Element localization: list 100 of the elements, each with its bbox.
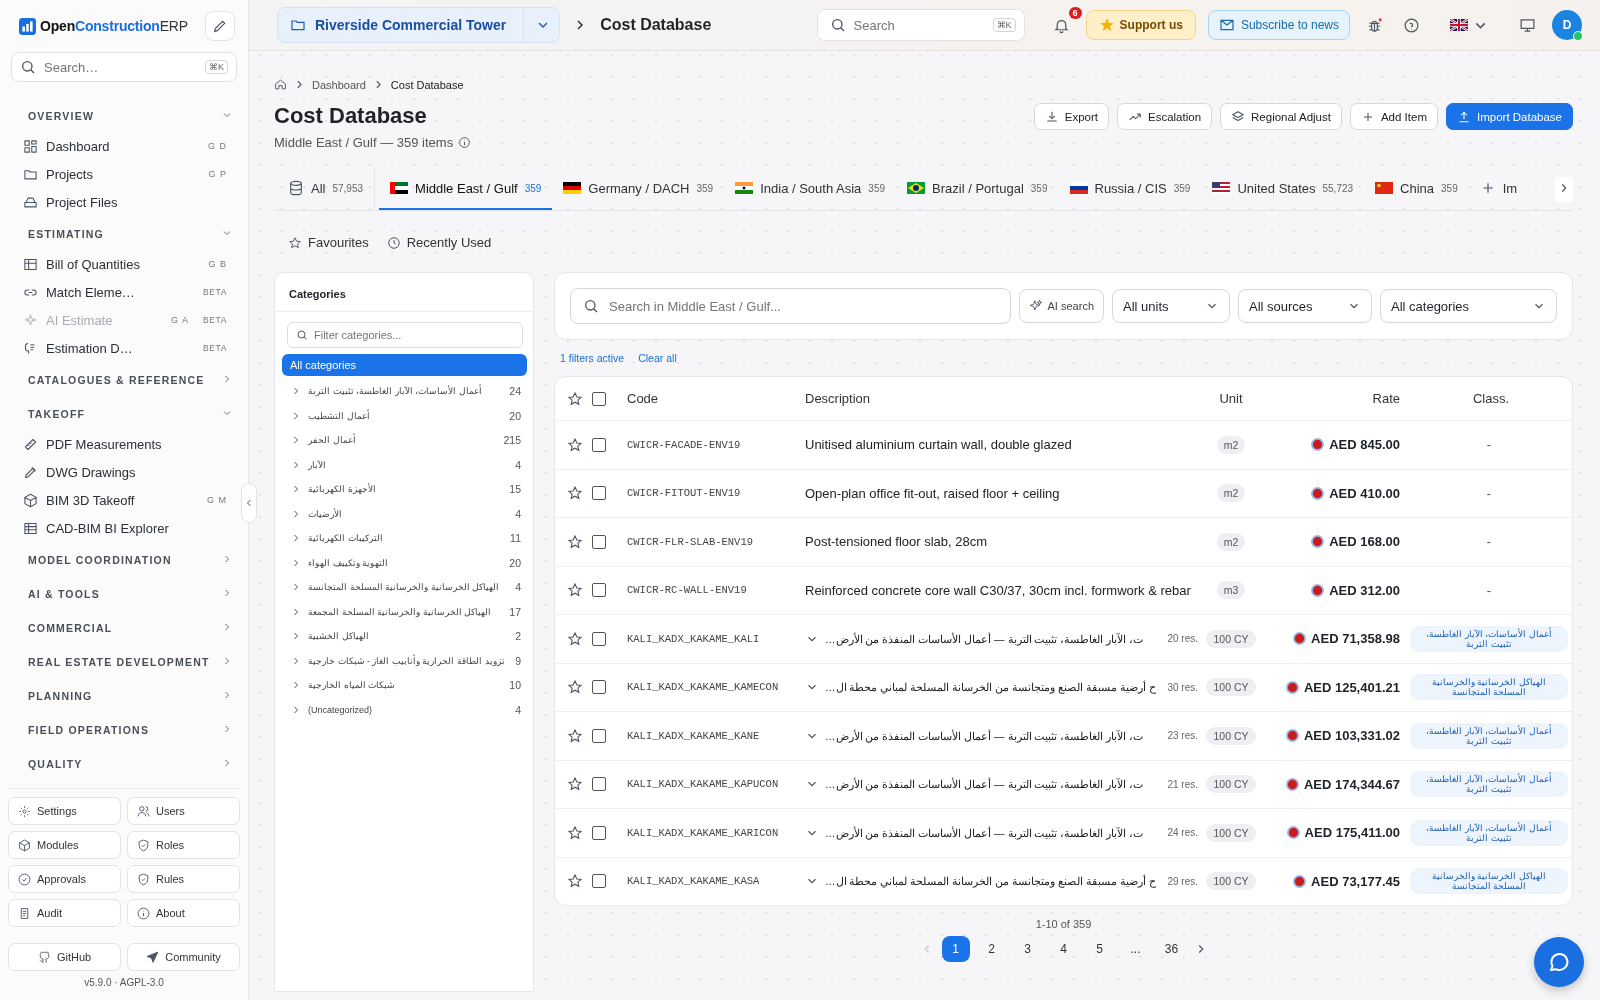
region-tab[interactable]: China 359 xyxy=(1364,168,1469,210)
filter-input[interactable]: Filter categories... xyxy=(314,329,514,341)
nav-item[interactable]: DWG Drawings xyxy=(11,458,237,486)
search-input[interactable]: Search in Middle East / Gulf... xyxy=(609,298,998,314)
page-button[interactable]: 4 xyxy=(1049,936,1078,962)
section-header[interactable]: ESTIMATING xyxy=(11,216,217,250)
page-button[interactable]: 1 xyxy=(941,936,970,962)
unit-tag: m2 xyxy=(1216,532,1246,551)
column-header[interactable]: Description xyxy=(805,391,1198,406)
shortcut-hint: G D xyxy=(208,141,227,151)
section-header[interactable]: QUALITY xyxy=(11,746,217,780)
description-cell: Post-tensioned floor slab, 28cm xyxy=(805,534,988,550)
nav-item[interactable]: CAD-BIM BI Explorer xyxy=(11,514,237,542)
section-header[interactable]: TAKEOFF xyxy=(11,396,217,430)
search-input[interactable]: Search… xyxy=(44,59,197,75)
shortcut-key: ⌘K xyxy=(992,18,1016,32)
filter-tab[interactable]: Favourites xyxy=(288,231,369,254)
nav-item[interactable]: Project Files xyxy=(11,188,237,216)
clear-all-link[interactable]: Clear all xyxy=(638,352,677,364)
section-header[interactable]: MODEL COORDINATION xyxy=(11,542,217,576)
category-item[interactable]: (Uncategorized) 4 xyxy=(282,697,527,722)
region-tab[interactable]: Germany / DACH 359 xyxy=(552,168,725,210)
nav-item[interactable]: Bill of Quantities G B xyxy=(11,250,237,278)
category-item[interactable]: All categories xyxy=(282,354,527,376)
action-button[interactable]: Import Database xyxy=(1446,103,1573,130)
admin-button[interactable]: Settings xyxy=(8,797,121,825)
code-cell-text: KALI_KADX_KAKAME_KALI xyxy=(627,632,761,645)
catalog-search[interactable]: Search in Middle East / Gulf... xyxy=(570,288,1011,324)
region-tab[interactable]: United States 55,723 xyxy=(1201,168,1365,210)
action-button[interactable]: Regional Adjust xyxy=(1220,103,1342,130)
column-header[interactable]: Code xyxy=(627,391,805,406)
action-button[interactable]: Escalation xyxy=(1116,103,1213,130)
global-search[interactable]: Search ⌘K xyxy=(816,9,1025,41)
active-filters-count: 1 filters active xyxy=(560,352,625,364)
section-header[interactable]: PLANNING xyxy=(11,678,217,712)
resource-count: 20 res. xyxy=(1167,633,1198,645)
class-tag: الهياكل الخرسانية والخرسانية المسلحة المتجانسة xyxy=(1410,674,1568,701)
admin-button[interactable]: Rules xyxy=(127,865,240,893)
nav-item[interactable]: BIM 3D Takeoff G M xyxy=(11,486,237,514)
admin-button[interactable]: Approvals xyxy=(8,865,121,893)
admin-button[interactable]: Roles xyxy=(127,831,240,859)
page-button[interactable]: ... xyxy=(1121,936,1150,962)
admin-button[interactable]: Modules xyxy=(8,831,121,859)
section-header[interactable]: AI & TOOLS xyxy=(11,576,217,610)
nav-item[interactable]: Estimation D… BETA xyxy=(11,334,237,362)
nav-item[interactable]: Dashboard G D xyxy=(11,132,237,160)
filter-dropdown[interactable]: All categories xyxy=(1380,289,1557,323)
search-input[interactable]: Search xyxy=(853,17,985,33)
description-cell: Open-plan office fit-out, raised floor + ceiling xyxy=(805,485,1060,501)
action-button[interactable]: Add Item xyxy=(1349,103,1438,130)
version-text: v5.9.0 · AGPL-3.0 xyxy=(83,977,165,988)
unit-tag: 100 CY xyxy=(1206,823,1256,842)
region-tab[interactable]: Brazil / Portugal 359 xyxy=(896,168,1059,210)
link-button[interactable]: GitHub xyxy=(8,943,121,971)
unit-tag: m2 xyxy=(1216,484,1246,503)
sidebar-search[interactable]: Search… ⌘K xyxy=(11,52,237,82)
ai-search-button[interactable]: AI search xyxy=(1018,289,1104,323)
filter-dropdown[interactable]: All units xyxy=(1112,289,1230,323)
nav-item[interactable]: Projects G P xyxy=(11,160,237,188)
subscribe-button[interactable]: Subscribe to news xyxy=(1207,10,1350,40)
description-cell: Reinforced concrete core wall C30/37, 30cm incl. formwork & rebar xyxy=(805,582,1191,598)
description-cell-text: …ت، الآبار الغاطسة، تثبيت التربة — أعمال الأساسات المنفذة من الأرض xyxy=(825,826,1145,839)
page-button[interactable]: 2 xyxy=(977,936,1006,962)
section-header[interactable]: OVERVIEW xyxy=(11,98,217,132)
category-filter[interactable]: Filter categories... xyxy=(287,322,523,348)
action-button[interactable]: Export xyxy=(1033,103,1109,130)
project-selector[interactable]: Riverside Commercial Tower xyxy=(277,7,561,43)
panel-title: Categories xyxy=(275,273,533,312)
section-header[interactable]: COMMERCIAL xyxy=(11,610,217,644)
column-header[interactable]: Rate xyxy=(1264,391,1410,406)
class-tag: أعمال الأساسات، الآبار الغاطسة، تثبيت التربة xyxy=(1410,625,1568,652)
support-button[interactable]: Support us xyxy=(1085,10,1196,40)
page-button[interactable]: 3 xyxy=(1013,936,1042,962)
page-button[interactable]: 36 xyxy=(1157,936,1186,962)
region-tab[interactable]: Im xyxy=(1468,168,1529,210)
resource-count: 30 res. xyxy=(1167,681,1198,693)
filter-tab[interactable]: Recently Used xyxy=(386,231,492,254)
admin-button[interactable]: Users xyxy=(127,797,240,825)
admin-button[interactable]: About xyxy=(127,899,240,927)
nav-item[interactable]: PDF Measurements xyxy=(11,430,237,458)
page-button[interactable]: 5 xyxy=(1085,936,1114,962)
section-header[interactable]: REAL ESTATE DEVELOPMENT xyxy=(11,644,217,678)
filter-dropdown[interactable]: All sources xyxy=(1238,289,1372,323)
link-button[interactable]: Community xyxy=(127,943,240,971)
admin-button[interactable]: Audit xyxy=(8,899,121,927)
user-avatar[interactable]: D xyxy=(1552,10,1582,40)
section-header[interactable]: FIELD OPERATIONS xyxy=(11,712,217,746)
column-header[interactable]: Class. xyxy=(1410,391,1572,406)
region-tab[interactable]: All 57,953 xyxy=(274,168,376,210)
region-tab[interactable]: India / South Asia 359 xyxy=(724,168,897,210)
rate-cell: AED 845.00 xyxy=(1329,437,1400,453)
code-cell-text: CWICR-FLR-SLAB-ENV19 xyxy=(627,535,755,548)
region-tab[interactable]: Middle East / Gulf 359 xyxy=(379,168,553,210)
region-tab[interactable]: Russia / CIS 359 xyxy=(1058,168,1202,210)
nav-item[interactable]: Match Eleme… BETA xyxy=(11,278,237,306)
resource-count: 21 res. xyxy=(1167,778,1198,790)
column-header[interactable]: Unit xyxy=(1198,391,1264,406)
section-header[interactable]: CATALOGUES & REFERENCE xyxy=(11,362,217,396)
breadcrumb-link[interactable]: Dashboard xyxy=(312,78,366,91)
class-cell: - xyxy=(1486,485,1492,501)
